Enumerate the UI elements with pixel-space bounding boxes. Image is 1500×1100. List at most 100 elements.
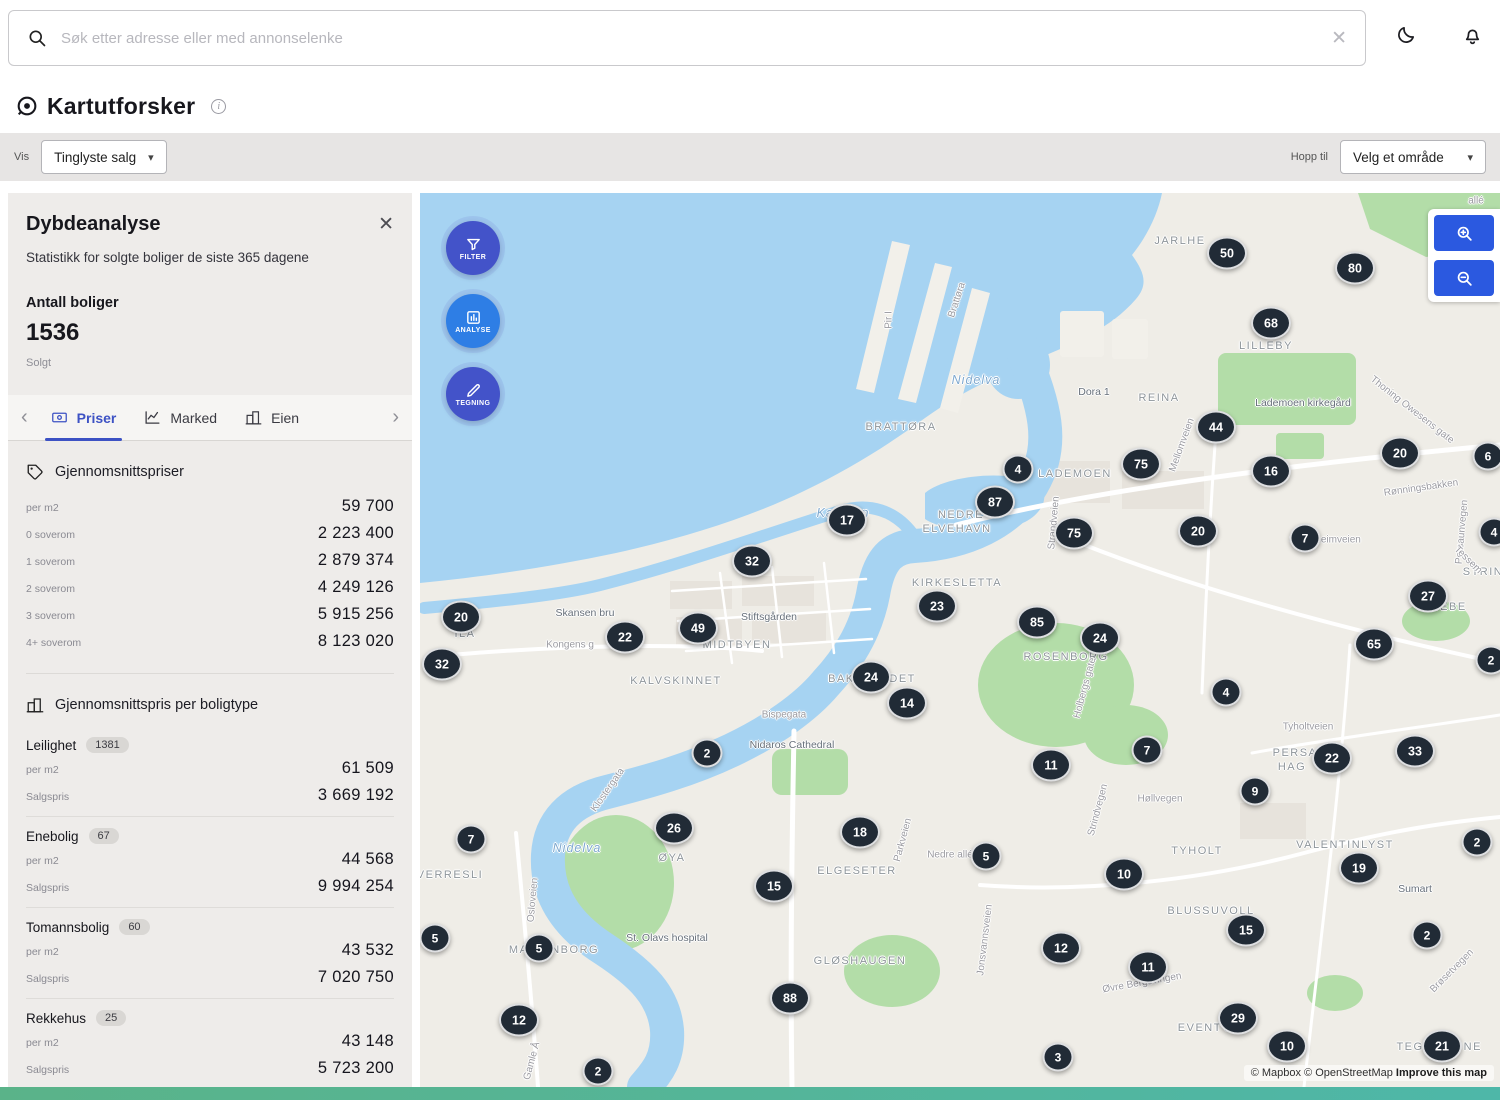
vis-select[interactable]: Tinglyste salg ▾ (41, 140, 167, 174)
cluster-marker[interactable]: 19 (1339, 852, 1379, 885)
cluster-marker[interactable]: 11 (1031, 749, 1071, 782)
cluster-marker[interactable]: 44 (1196, 411, 1236, 444)
cluster-marker[interactable]: 24 (851, 661, 891, 694)
cluster-marker[interactable]: 7 (1132, 736, 1163, 765)
cluster-marker[interactable]: 75 (1121, 448, 1161, 481)
cluster-marker[interactable]: 22 (605, 621, 645, 654)
cluster-marker[interactable]: 75 (1054, 517, 1094, 550)
cluster-marker[interactable]: 87 (975, 486, 1015, 519)
cluster-marker[interactable]: 15 (1226, 914, 1266, 947)
chevron-right-icon[interactable]: › (383, 406, 408, 429)
analysis-panel: Dybdeanalyse ✕ Statistikk for solgte bol… (8, 193, 412, 1087)
cluster-marker[interactable]: 21 (1422, 1030, 1462, 1063)
cluster-marker[interactable]: 17 (827, 504, 867, 537)
cluster-marker[interactable]: 88 (770, 982, 810, 1015)
area-select[interactable]: Velg et område ▾ (1340, 140, 1486, 174)
map-attribution: © Mapbox © OpenStreetMap Improve this ma… (1244, 1065, 1494, 1081)
cluster-marker[interactable]: 12 (1041, 932, 1081, 965)
cluster-marker[interactable]: 49 (678, 612, 718, 645)
cluster-marker[interactable]: 4 (1479, 518, 1500, 547)
price-row: per m243 148 (26, 1028, 394, 1055)
cluster-marker[interactable]: 65 (1354, 628, 1394, 661)
price-row-label: per m2 (26, 946, 59, 958)
filter-button[interactable]: FILTER (446, 221, 500, 275)
cluster-marker[interactable]: 20 (441, 601, 481, 634)
cluster-marker[interactable]: 26 (654, 812, 694, 845)
cluster-marker[interactable]: 2 (692, 739, 723, 768)
cluster-marker[interactable]: 80 (1335, 252, 1375, 285)
price-row: per m261 509 (26, 755, 394, 782)
cluster-marker[interactable]: 7 (456, 825, 487, 854)
cluster-marker[interactable]: 11 (1128, 951, 1168, 984)
tab-marked[interactable]: Marked (130, 395, 231, 441)
bottom-accent-bar (0, 1087, 1500, 1100)
cluster-marker[interactable]: 68 (1251, 307, 1291, 340)
cluster-marker[interactable]: 23 (917, 590, 957, 623)
building-icon (26, 696, 44, 714)
cluster-marker[interactable]: 3 (1043, 1043, 1074, 1072)
close-icon[interactable]: ✕ (378, 215, 394, 234)
cluster-marker[interactable]: 32 (732, 545, 772, 578)
cluster-marker[interactable]: 29 (1218, 1002, 1258, 1035)
cluster-marker[interactable]: 50 (1207, 237, 1247, 270)
chevron-left-icon[interactable]: ‹ (12, 406, 37, 429)
cluster-marker[interactable]: 27 (1408, 580, 1448, 613)
notifications-bell-icon[interactable] (1461, 24, 1484, 47)
cluster-marker[interactable]: 4 (1211, 678, 1242, 707)
cluster-marker[interactable]: 4 (1003, 455, 1034, 484)
cluster-marker[interactable]: 10 (1267, 1030, 1307, 1063)
price-row: per m259 700 (26, 493, 394, 520)
tab-priser[interactable]: Priser (37, 395, 131, 441)
caret-down-icon: ▾ (1467, 151, 1473, 164)
clear-search-icon[interactable]: ✕ (1331, 29, 1347, 48)
top-right-icons (1394, 24, 1484, 47)
map[interactable]: JARLHELILLEBYREINABRATTØRALADEMOENNEDREE… (420, 193, 1500, 1087)
cluster-marker[interactable]: 32 (422, 648, 462, 681)
price-row-value: 61 509 (342, 759, 394, 778)
price-row: 3 soverom5 915 256 (26, 601, 394, 628)
price-row-value: 9 994 254 (318, 877, 394, 896)
cluster-marker[interactable]: 10 (1104, 858, 1144, 891)
zoom-in-button[interactable] (1434, 215, 1494, 251)
cluster-marker[interactable]: 5 (420, 924, 451, 953)
cluster-marker[interactable]: 16 (1251, 455, 1291, 488)
price-row-label: per m2 (26, 855, 59, 867)
cluster-marker[interactable]: 24 (1080, 622, 1120, 655)
cluster-marker[interactable]: 22 (1312, 742, 1352, 775)
search-input[interactable] (61, 30, 1317, 47)
price-row: 4+ soverom8 123 020 (26, 628, 394, 655)
cluster-marker[interactable]: 33 (1395, 735, 1435, 768)
cluster-marker[interactable]: 85 (1017, 606, 1057, 639)
improve-map-link[interactable]: Improve this map (1396, 1067, 1487, 1079)
magnifier-minus-icon (1455, 269, 1474, 288)
analyse-button[interactable]: ANALYSE (446, 294, 500, 348)
cluster-marker[interactable]: 5 (524, 934, 555, 963)
cluster-marker[interactable]: 14 (887, 687, 927, 720)
panel-subtitle: Statistikk for solgte boliger de siste 3… (26, 250, 394, 265)
zoom-out-button[interactable] (1434, 260, 1494, 296)
tab-eien[interactable]: Eien (231, 395, 313, 441)
cluster-marker[interactable]: 6 (1473, 442, 1500, 471)
cluster-marker[interactable]: 5 (971, 842, 1002, 871)
price-row-label: Salgspris (26, 791, 69, 803)
cluster-marker[interactable]: 20 (1178, 515, 1218, 548)
tegning-button[interactable]: TEGNING (446, 367, 500, 421)
tag-icon (26, 463, 44, 481)
tab-bar: ‹ PriserMarkedEien › (8, 395, 412, 441)
dark-mode-moon-icon[interactable] (1394, 24, 1417, 47)
boligtype-group: Rekkehus25per m243 148Salgspris5 723 200 (26, 999, 394, 1087)
cluster-marker[interactable]: 2 (1462, 828, 1493, 857)
cluster-marker[interactable]: 12 (499, 1004, 539, 1037)
price-row-label: Salgspris (26, 973, 69, 985)
cluster-marker[interactable]: 20 (1380, 437, 1420, 470)
cluster-marker[interactable]: 7 (1290, 524, 1321, 553)
cluster-marker[interactable]: 9 (1240, 777, 1271, 806)
cluster-marker[interactable]: 2 (1412, 921, 1443, 950)
cluster-marker[interactable]: 2 (1476, 646, 1500, 675)
info-icon[interactable]: i (211, 99, 226, 114)
analyse-icon (465, 309, 482, 326)
count-badge: 60 (119, 919, 149, 935)
cluster-marker[interactable]: 2 (583, 1057, 614, 1086)
cluster-marker[interactable]: 18 (840, 816, 880, 849)
cluster-marker[interactable]: 15 (754, 870, 794, 903)
